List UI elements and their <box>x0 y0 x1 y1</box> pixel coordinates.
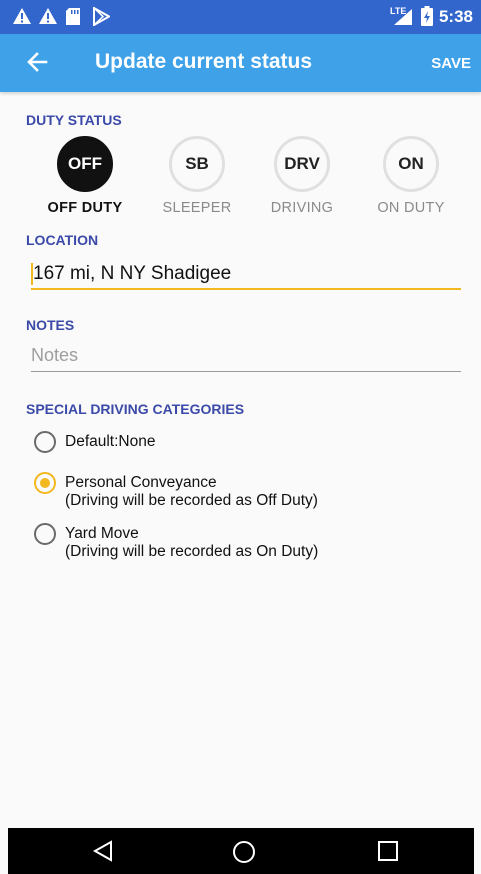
back-triangle-icon[interactable] <box>92 840 114 867</box>
duty-label: DRIVING <box>270 200 334 216</box>
duty-circle: OFF <box>57 136 113 192</box>
duty-option-driving[interactable]: DRV DRIVING <box>250 136 354 216</box>
notes-placeholder: Notes <box>31 345 79 365</box>
special-driving-label: SPECIAL DRIVING CATEGORIES <box>26 401 245 417</box>
duty-circle: ON <box>383 136 439 192</box>
duty-circle: DRV <box>274 136 330 192</box>
warning-icon <box>38 7 58 30</box>
save-button[interactable]: SAVE <box>431 55 471 72</box>
location-input[interactable]: 167 mi, N NY Shadigee <box>31 262 461 290</box>
phone-screen: LTE 5:38 Update current status SAVE DUTY… <box>0 0 481 874</box>
duty-option-off[interactable]: OFF OFF DUTY <box>33 136 137 216</box>
radio-label: Personal Conveyance (Driving will be rec… <box>65 474 425 510</box>
navigation-bar <box>8 828 474 874</box>
radio-sublabel: (Driving will be recorded as Off Duty) <box>65 492 318 509</box>
location-value: 167 mi, N NY Shadigee <box>33 263 232 284</box>
radio-button[interactable] <box>34 523 56 545</box>
home-circle-icon[interactable] <box>232 840 256 869</box>
back-arrow-icon[interactable] <box>26 51 48 78</box>
location-label: LOCATION <box>26 232 99 248</box>
radio-sublabel: (Driving will be recorded as On Duty) <box>65 543 319 560</box>
recents-square-icon[interactable] <box>377 840 399 867</box>
radio-button[interactable] <box>34 431 56 453</box>
play-store-icon <box>92 6 112 31</box>
radio-title: Yard Move <box>65 525 139 542</box>
app-bar: Update current status SAVE <box>0 34 481 92</box>
notes-input[interactable]: Notes <box>31 345 461 372</box>
battery-icon <box>421 6 433 31</box>
radio-label: Yard Move (Driving will be recorded as O… <box>65 525 425 561</box>
duty-label: OFF DUTY <box>47 200 123 216</box>
duty-label: SLEEPER <box>162 200 232 216</box>
page-title: Update current status <box>95 50 313 73</box>
status-bar: LTE 5:38 <box>0 0 481 34</box>
warning-icon <box>12 7 32 30</box>
duty-option-sleeper[interactable]: SB SLEEPER <box>145 136 249 216</box>
duty-circle: SB <box>169 136 225 192</box>
sd-card-icon <box>65 7 81 31</box>
duty-option-on-duty[interactable]: ON ON DUTY <box>359 136 463 216</box>
notes-label: NOTES <box>26 317 75 333</box>
clock: 5:38 <box>438 7 473 26</box>
radio-button-selected[interactable] <box>34 472 56 494</box>
signal-icon <box>393 8 413 31</box>
radio-label: Default:None <box>65 433 156 450</box>
duty-status-label: DUTY STATUS <box>26 112 122 128</box>
radio-title: Personal Conveyance <box>65 474 217 491</box>
duty-label: ON DUTY <box>377 200 445 216</box>
